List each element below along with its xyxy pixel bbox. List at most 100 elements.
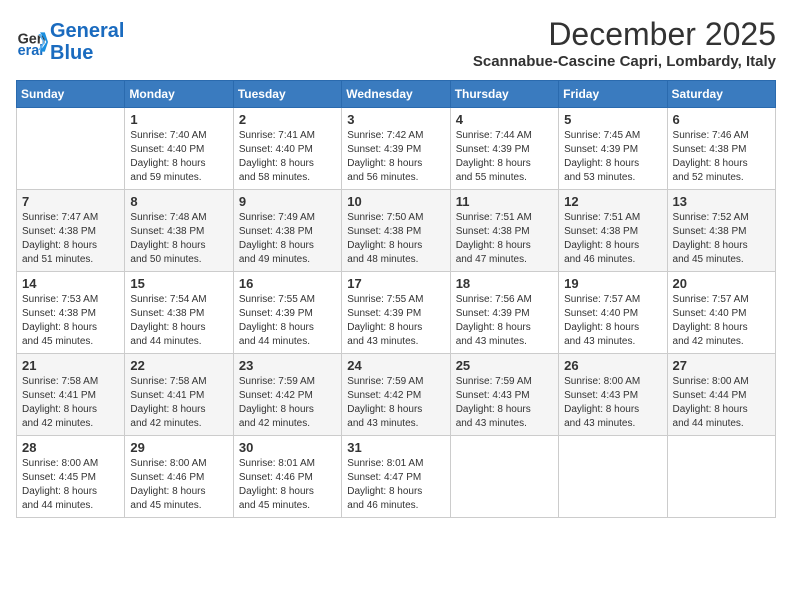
month-title: December 2025 [473,16,776,53]
week-row-4: 21Sunrise: 7:58 AMSunset: 4:41 PMDayligh… [17,354,776,436]
day-cell: 28 Sunrise: 8:00 AMSunset: 4:45 PMDayligh… [17,436,125,518]
day-info: Sunrise: 7:47 AMSunset: 4:38 PMDaylight:… [22,211,119,267]
day-number: 23 [239,358,336,373]
day-info: Sunrise: 8:00 AMSunset: 4:44 PMDaylight:… [673,375,770,431]
day-info: Sunrise: 8:00 AMSunset: 4:45 PMDaylight:… [22,457,119,513]
day-info: Sunrise: 7:45 AMSunset: 4:39 PMDaylight:… [564,129,661,185]
day-cell: 7 Sunrise: 7:47 AMSunset: 4:38 PMDaylight… [17,190,125,272]
day-cell [559,436,667,518]
day-cell: 17Sunrise: 7:55 AMSunset: 4:39 PMDayligh… [342,272,450,354]
logo-line2: Blue [50,42,93,64]
day-cell: 8 Sunrise: 7:48 AMSunset: 4:38 PMDaylight… [125,190,233,272]
day-cell: 14 Sunrise: 7:53 AMSunset: 4:38 PMDayligh… [17,272,125,354]
day-number: 29 [130,440,227,455]
day-cell: 10Sunrise: 7:50 AMSunset: 4:38 PMDayligh… [342,190,450,272]
calendar-table: SundayMondayTuesdayWednesdayThursdayFrid… [16,80,776,518]
day-cell: 26 Sunrise: 8:00 AMSunset: 4:43 PMDayligh… [559,354,667,436]
day-cell: 15 Sunrise: 7:54 AMSunset: 4:38 PMDayligh… [125,272,233,354]
day-cell: 20 Sunrise: 7:57 AMSunset: 4:40 PMDayligh… [667,272,775,354]
header-cell-sunday: Sunday [17,81,125,108]
page-header: Gen eral General Blue December 2025 Scan… [16,16,776,70]
calendar-header: SundayMondayTuesdayWednesdayThursdayFrid… [17,81,776,108]
day-cell: 19 Sunrise: 7:57 AMSunset: 4:40 PMDayligh… [559,272,667,354]
day-number: 13 [673,194,770,209]
day-number: 1 [130,112,227,127]
day-info: Sunrise: 8:00 AMSunset: 4:43 PMDaylight:… [564,375,661,431]
day-info: Sunrise: 7:54 AMSunset: 4:38 PMDaylight:… [130,293,227,349]
header-cell-tuesday: Tuesday [233,81,341,108]
day-number: 25 [456,358,553,373]
day-number: 16 [239,276,336,291]
calendar-body: 1 Sunrise: 7:40 AMSunset: 4:40 PMDaylight… [17,108,776,518]
day-cell: 21Sunrise: 7:58 AMSunset: 4:41 PMDayligh… [17,354,125,436]
day-cell: 23 Sunrise: 7:59 AMSunset: 4:42 PMDayligh… [233,354,341,436]
day-number: 8 [130,194,227,209]
day-number: 3 [347,112,444,127]
day-info: Sunrise: 7:55 AMSunset: 4:39 PMDaylight:… [239,293,336,349]
day-number: 11 [456,194,553,209]
day-info: Sunrise: 7:58 AMSunset: 4:41 PMDaylight:… [22,375,119,431]
day-cell: 12Sunrise: 7:51 AMSunset: 4:38 PMDayligh… [559,190,667,272]
day-number: 12 [564,194,661,209]
svg-text:eral: eral [18,43,44,58]
day-info: Sunrise: 7:49 AMSunset: 4:38 PMDaylight:… [239,211,336,267]
header-row: SundayMondayTuesdayWednesdayThursdayFrid… [17,81,776,108]
day-number: 9 [239,194,336,209]
day-cell: 5Sunrise: 7:45 AMSunset: 4:39 PMDaylight… [559,108,667,190]
week-row-3: 14 Sunrise: 7:53 AMSunset: 4:38 PMDayligh… [17,272,776,354]
header-cell-wednesday: Wednesday [342,81,450,108]
week-row-5: 28 Sunrise: 8:00 AMSunset: 4:45 PMDayligh… [17,436,776,518]
day-number: 7 [22,194,119,209]
day-cell: 6Sunrise: 7:46 AMSunset: 4:38 PMDaylight… [667,108,775,190]
day-info: Sunrise: 7:42 AMSunset: 4:39 PMDaylight:… [347,129,444,185]
day-cell: 27 Sunrise: 8:00 AMSunset: 4:44 PMDayligh… [667,354,775,436]
day-number: 26 [564,358,661,373]
day-cell: 9 Sunrise: 7:49 AMSunset: 4:38 PMDaylight… [233,190,341,272]
day-cell [667,436,775,518]
day-number: 31 [347,440,444,455]
day-info: Sunrise: 7:44 AMSunset: 4:39 PMDaylight:… [456,129,553,185]
day-info: Sunrise: 8:00 AMSunset: 4:46 PMDaylight:… [130,457,227,513]
day-info: Sunrise: 7:48 AMSunset: 4:38 PMDaylight:… [130,211,227,267]
header-cell-monday: Monday [125,81,233,108]
day-cell [17,108,125,190]
day-number: 20 [673,276,770,291]
day-cell: 1 Sunrise: 7:40 AMSunset: 4:40 PMDaylight… [125,108,233,190]
day-number: 28 [22,440,119,455]
day-info: Sunrise: 7:52 AMSunset: 4:38 PMDaylight:… [673,211,770,267]
day-cell: 11 Sunrise: 7:51 AMSunset: 4:38 PMDayligh… [450,190,558,272]
day-number: 24 [347,358,444,373]
logo: Gen eral General Blue [16,20,124,64]
header-cell-thursday: Thursday [450,81,558,108]
day-number: 30 [239,440,336,455]
day-cell: 18 Sunrise: 7:56 AMSunset: 4:39 PMDayligh… [450,272,558,354]
day-cell: 25Sunrise: 7:59 AMSunset: 4:43 PMDayligh… [450,354,558,436]
day-cell: 3 Sunrise: 7:42 AMSunset: 4:39 PMDaylight… [342,108,450,190]
day-number: 19 [564,276,661,291]
day-cell: 30Sunrise: 8:01 AMSunset: 4:46 PMDayligh… [233,436,341,518]
day-info: Sunrise: 7:53 AMSunset: 4:38 PMDaylight:… [22,293,119,349]
day-cell: 2Sunrise: 7:41 AMSunset: 4:40 PMDaylight… [233,108,341,190]
day-number: 2 [239,112,336,127]
day-info: Sunrise: 7:51 AMSunset: 4:38 PMDaylight:… [456,211,553,267]
week-row-1: 1 Sunrise: 7:40 AMSunset: 4:40 PMDaylight… [17,108,776,190]
logo-line1: General [50,20,124,42]
day-info: Sunrise: 7:59 AMSunset: 4:42 PMDaylight:… [239,375,336,431]
day-number: 6 [673,112,770,127]
day-cell: 4 Sunrise: 7:44 AMSunset: 4:39 PMDaylight… [450,108,558,190]
day-number: 27 [673,358,770,373]
header-cell-saturday: Saturday [667,81,775,108]
day-number: 15 [130,276,227,291]
day-info: Sunrise: 7:56 AMSunset: 4:39 PMDaylight:… [456,293,553,349]
day-number: 14 [22,276,119,291]
day-info: Sunrise: 7:57 AMSunset: 4:40 PMDaylight:… [673,293,770,349]
week-row-2: 7 Sunrise: 7:47 AMSunset: 4:38 PMDaylight… [17,190,776,272]
day-info: Sunrise: 7:57 AMSunset: 4:40 PMDaylight:… [564,293,661,349]
logo-icon: Gen eral [16,26,48,58]
day-info: Sunrise: 7:40 AMSunset: 4:40 PMDaylight:… [130,129,227,185]
day-number: 4 [456,112,553,127]
header-cell-friday: Friday [559,81,667,108]
day-number: 18 [456,276,553,291]
day-cell: 31 Sunrise: 8:01 AMSunset: 4:47 PMDayligh… [342,436,450,518]
day-info: Sunrise: 8:01 AMSunset: 4:47 PMDaylight:… [347,457,444,513]
